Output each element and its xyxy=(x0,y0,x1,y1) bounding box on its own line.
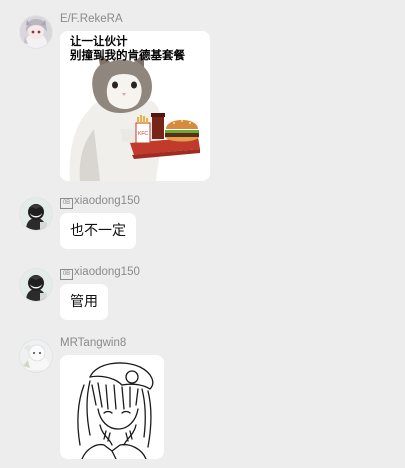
sender-name: MRTangwin8 xyxy=(60,337,127,349)
svg-text:KFC: KFC xyxy=(138,131,148,137)
avatar[interactable] xyxy=(20,269,52,301)
avatar[interactable] xyxy=(20,340,52,372)
avatar[interactable] xyxy=(20,198,52,230)
sender-name: 0B xiaodong150 xyxy=(60,266,140,280)
image-caption-line2: 别撞到我的肯德基套餐 xyxy=(69,48,185,62)
text-message-bubble[interactable]: 也不一定 xyxy=(60,213,136,249)
cat-holding-kfc-tray-meme-icon: KFC 让一让伙计 别撞到我的肯德基套餐 xyxy=(60,31,210,181)
sender-name: E/F.RekeRA xyxy=(60,13,123,25)
image-message[interactable] xyxy=(60,355,164,459)
image-message[interactable]: KFC 让一让伙计 别撞到我的肯德基套餐 xyxy=(60,31,210,181)
text-message-bubble[interactable]: 管用 xyxy=(60,284,108,320)
image-caption-line1: 让一让伙计 xyxy=(70,34,128,48)
avatar[interactable] xyxy=(20,16,52,48)
unknown-glyph-icon: 0B xyxy=(60,198,73,209)
anime-girl-sketch-icon xyxy=(60,355,164,459)
chat-message-list: E/F.RekeRA KFC 让一让伙计 别撞到我的肯德基套餐 0B xiaod… xyxy=(0,0,405,468)
unknown-glyph-icon: 0B xyxy=(60,269,73,280)
sender-name: 0B xiaodong150 xyxy=(60,195,140,209)
